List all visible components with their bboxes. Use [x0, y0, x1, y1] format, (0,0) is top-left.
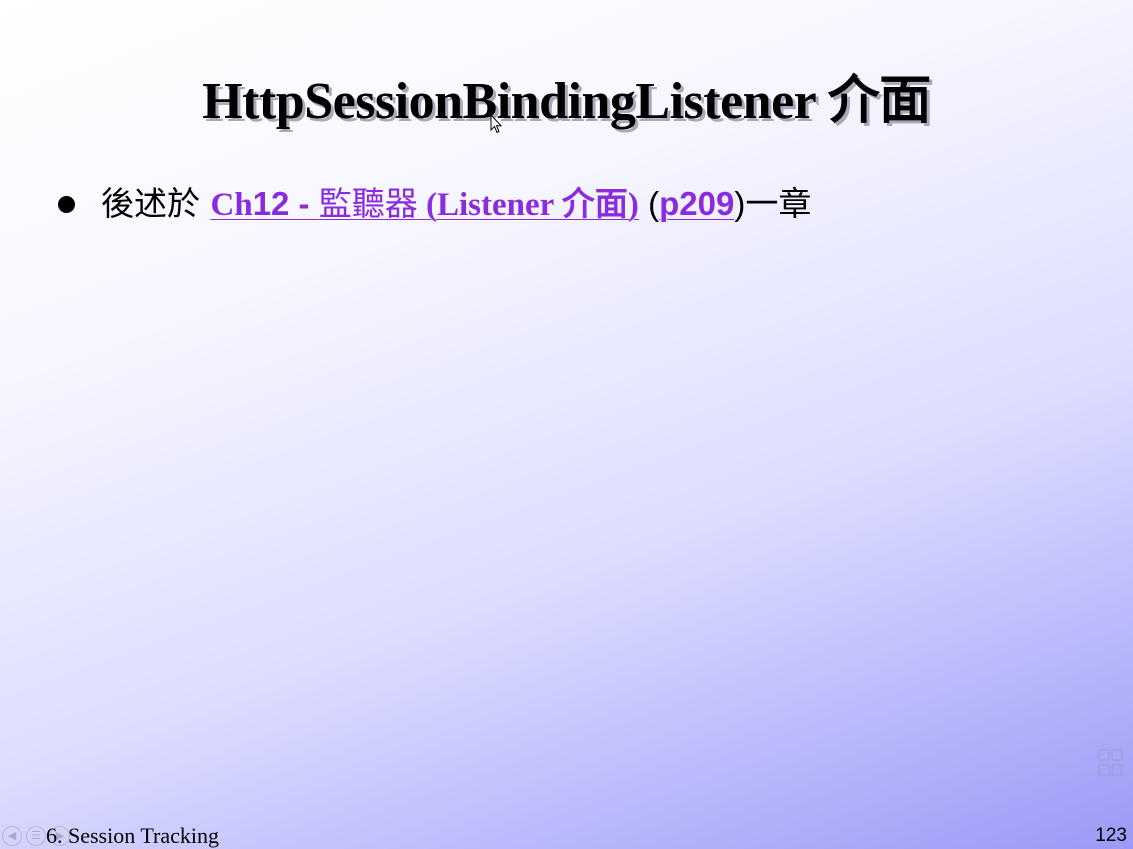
menu-icon[interactable]: ☰ [26, 826, 46, 846]
chapter-link-cjk: 監聽器 [318, 184, 418, 223]
paren-open: ( [638, 185, 660, 222]
mouse-pointer-icon [490, 114, 503, 134]
bullet-item: 後述於 Ch12 - 監聽器 (Listener 介面) (p209)一章 [58, 177, 811, 225]
bullet-suffix: 一章 [745, 184, 812, 223]
paren-close: ) [734, 185, 746, 222]
bullet-prefix: 後述於 [101, 184, 211, 223]
slide-title: HttpSessionBindingListener 介面 [202, 73, 931, 130]
slide-page-number: 123 [1095, 825, 1127, 846]
slide-controls-icon [1098, 749, 1123, 776]
bullet-dot-icon [58, 195, 75, 213]
chapter-link-ch: Ch [210, 187, 253, 223]
chapter-link-rest: (Listener 介面) [417, 187, 639, 223]
page-link[interactable]: p209 [659, 185, 734, 222]
chapter-link[interactable]: Ch12 - 監聽器 (Listener 介面) [210, 184, 639, 223]
footer-section-title: 6. Session Tracking [46, 823, 219, 848]
prev-slide-icon[interactable]: ◀ [2, 826, 22, 846]
chapter-link-num: 12 - [252, 185, 319, 222]
